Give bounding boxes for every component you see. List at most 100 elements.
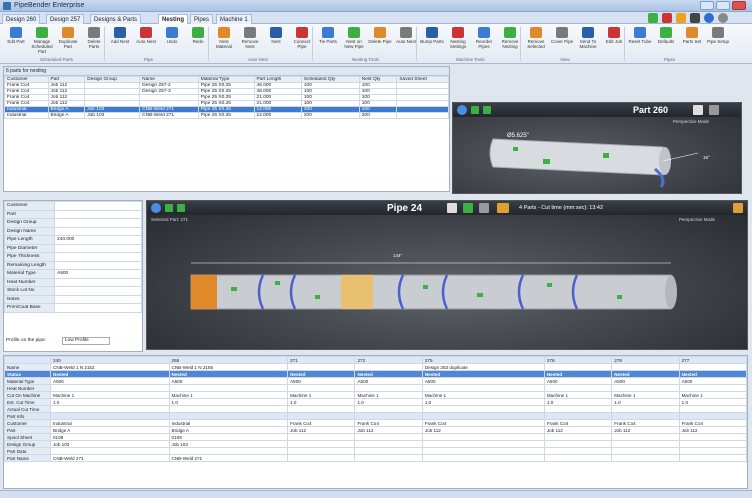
auto-nest-button[interactable]: Auto Nest: [394, 26, 418, 56]
cutter-icon[interactable]: [497, 203, 509, 213]
pipe-viewer[interactable]: Pipe 24 4 Parts - Cut time (mm:sec): 13:…: [146, 200, 748, 350]
grid-cell[interactable]: [354, 447, 423, 455]
grid-icon[interactable]: [709, 105, 719, 115]
property-row[interactable]: Part: [4, 209, 142, 219]
property-value[interactable]: [54, 252, 142, 262]
rotate-icon[interactable]: [483, 106, 491, 114]
grid-cell[interactable]: Job 112: [543, 426, 613, 434]
edit-job-button[interactable]: Edit Job: [602, 26, 626, 56]
close-button[interactable]: [732, 1, 746, 10]
property-value[interactable]: [54, 209, 142, 219]
grid-cell[interactable]: 1.0: [678, 398, 747, 406]
grid-cell[interactable]: Frank Co4: [287, 419, 356, 427]
grid-row[interactable]: Part Bridge A Bridge A Job 112 Job 112 Job 11…: [4, 426, 747, 434]
grid-cell[interactable]: CNB-Weld 1 N 2152: [50, 363, 170, 371]
grid-cell[interactable]: [50, 447, 170, 455]
rotate-icon[interactable]: [177, 204, 185, 212]
grid-cell[interactable]: Frank Co4: [354, 419, 423, 427]
grid-column-header[interactable]: 278: [611, 356, 680, 364]
grid-cell[interactable]: [543, 433, 613, 441]
grid-cell[interactable]: [354, 454, 423, 462]
property-row[interactable]: Customer: [4, 201, 142, 211]
grid-cell[interactable]: [543, 412, 613, 420]
grid-cell[interactable]: [354, 440, 423, 448]
grid-cell[interactable]: [354, 363, 423, 371]
grid-cell[interactable]: Nested: [50, 370, 170, 378]
grid-cell[interactable]: Machine 1: [287, 391, 356, 399]
grid-cell[interactable]: Nested: [611, 370, 680, 378]
grid-cell[interactable]: [543, 447, 613, 455]
grid-cell[interactable]: [354, 405, 423, 413]
grid-cell[interactable]: Frank Co4: [421, 419, 545, 427]
property-value[interactable]: [54, 286, 142, 296]
property-row[interactable]: Design Name: [4, 226, 142, 236]
minimize-button[interactable]: [700, 1, 714, 10]
property-row[interactable]: Pipe Thickness: [4, 252, 142, 262]
grid-cell[interactable]: Machine 1: [168, 391, 289, 399]
grid-cell[interactable]: Bridge A: [50, 426, 170, 434]
grid-cell[interactable]: Nested: [287, 370, 356, 378]
grid-cell[interactable]: Industrial: [168, 419, 289, 427]
grid-column-header[interactable]: 277: [678, 356, 747, 364]
grid-cell[interactable]: [287, 454, 356, 462]
grid-cell[interactable]: 1.0: [543, 398, 613, 406]
grid-cell[interactable]: CNB-Weld 271: [168, 454, 289, 462]
grid-cell[interactable]: [543, 405, 613, 413]
grid-cell[interactable]: [168, 447, 289, 455]
property-value[interactable]: [54, 294, 142, 304]
grid-cell[interactable]: [168, 384, 289, 392]
grid-cell[interactable]: [50, 412, 170, 420]
grid-column-header[interactable]: 275: [421, 356, 545, 364]
tab-machine-1[interactable]: Machine 1: [216, 14, 252, 24]
grid-column-header[interactable]: 272: [354, 356, 423, 364]
part-viewer[interactable]: Part 260 Perspective Mode Ø5.625" 15°: [452, 102, 742, 194]
property-row[interactable]: Material Type A500: [4, 269, 142, 279]
grid-row[interactable]: Spool Sheet 0108 0108: [4, 433, 747, 441]
edit-part-button[interactable]: Edit Part: [4, 26, 28, 56]
grid-cell[interactable]: Job 112: [287, 426, 356, 434]
grid-cell[interactable]: 1.0: [354, 398, 423, 406]
camera-icon[interactable]: [690, 13, 700, 23]
grid-cell[interactable]: 1.0: [168, 398, 289, 406]
grid-cell[interactable]: [678, 405, 747, 413]
grid-cell[interactable]: [421, 440, 545, 448]
defaults-button[interactable]: Defaults: [654, 26, 678, 56]
maximize-button[interactable]: [716, 1, 730, 10]
grid-row[interactable]: Heat Number: [4, 384, 747, 392]
grid-cell[interactable]: [50, 405, 170, 413]
grid-cell[interactable]: [354, 433, 423, 441]
remove-nest-button[interactable]: Remove Nest: [238, 26, 262, 56]
globe-icon[interactable]: [151, 203, 161, 213]
property-value[interactable]: 240.000: [54, 235, 142, 245]
reset-tube-button[interactable]: Reset Tube: [628, 26, 652, 56]
grid-cell[interactable]: [611, 363, 680, 371]
grid-cell[interactable]: 1.0: [287, 398, 356, 406]
export-icon[interactable]: [733, 203, 743, 213]
property-value[interactable]: [54, 218, 142, 228]
grid-row[interactable]: Design Group Job 103 Job 103: [4, 440, 747, 448]
duplicate-part-button[interactable]: Duplicate Part: [56, 26, 80, 56]
property-row[interactable]: Design Group: [4, 218, 142, 228]
grid-cell[interactable]: Machine 1: [50, 391, 170, 399]
grid-cell[interactable]: A500: [354, 377, 423, 385]
delete-pipe-button[interactable]: Delete Pipe: [368, 26, 392, 56]
property-value[interactable]: [54, 201, 142, 211]
grid-row[interactable]: Actual Cut Time: [4, 405, 747, 413]
connect-pipe-button[interactable]: Connect Pipe: [290, 26, 314, 56]
undo-button[interactable]: Undo: [160, 26, 184, 56]
arrow-icon[interactable]: [165, 204, 173, 212]
grid-row[interactable]: Status Nested Nested Nested Nested Nested Nest…: [4, 370, 747, 378]
property-row[interactable]: Prim/Coat Base: [4, 303, 142, 313]
grid-row[interactable]: Material Type A500 A500 A500 A500 A500 A500 A50…: [4, 377, 747, 385]
grid-cell[interactable]: [421, 384, 545, 392]
grid-cell[interactable]: 1.0: [50, 398, 170, 406]
table-row[interactable]: Industrial Bridge A Job 103 CNB-Weld 271 Pip…: [4, 112, 449, 119]
grid-row[interactable]: Part Info: [4, 412, 747, 420]
grid-cell[interactable]: [611, 405, 680, 413]
grid-row[interactable]: Customer Industrial Industrial Frank Co4 Fra…: [4, 419, 747, 427]
grid-cell[interactable]: [678, 384, 747, 392]
add-nest-button[interactable]: Add Nest: [108, 26, 132, 56]
remove-selected-button[interactable]: Remove Selected: [524, 26, 548, 56]
grid-cell[interactable]: A500: [168, 377, 289, 385]
grid-cell[interactable]: [421, 405, 545, 413]
